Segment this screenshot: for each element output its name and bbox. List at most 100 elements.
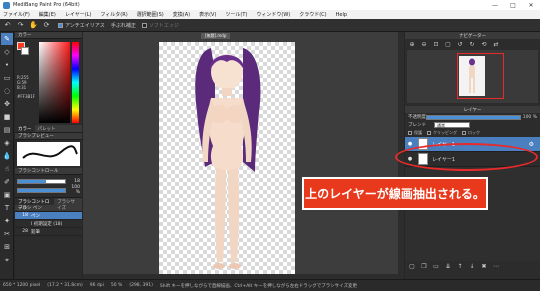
antialias-option[interactable]: アンチエイリアス [58,22,105,29]
tool-column: ✎ ◇ • ▭ ◌ ✥ ■ ▤ ◈ 💧 ☝ ✐ ▣ T ✦ ✂ ⊞ ⌖ [0,32,14,279]
navigator-header: ナビゲーター [405,32,540,39]
navigator-tools: ⊕ ⊖ ⊡ ▢ ↺ ↻ ⟲ ⇄ [405,39,540,50]
settings-icon[interactable]: ⋯ [491,262,501,271]
eyedropper-icon[interactable]: ⌖ [1,254,13,266]
hue-slider[interactable] [72,42,79,123]
brush-item-pencil[interactable]: 28 鉛筆 [15,228,82,236]
menu-file[interactable]: ファイル(F) [3,11,30,18]
eraser-icon[interactable]: ◇ [1,46,13,58]
document-tab[interactable]: [無題].mdp [201,33,231,39]
wand-icon[interactable]: ✦ [1,215,13,227]
blend-mode-value: 通常 [437,123,445,128]
secondary-color-swatch[interactable] [21,47,29,55]
clipping-checkbox[interactable] [427,131,431,135]
lock-checkbox[interactable] [462,131,466,135]
merge-icon[interactable]: ⇊ [443,262,453,271]
dot-icon[interactable]: • [1,59,13,71]
gradient-icon[interactable]: ▤ [1,124,13,136]
status-coords: (298, 391) [129,283,153,288]
reset-icon[interactable]: ⟲ [479,40,489,49]
medibang-window: MediBang Paint Pro (64bit) — □ ✕ ファイル(F)… [0,0,540,291]
menu-help[interactable]: Help [336,12,347,18]
close-button[interactable]: ✕ [522,0,540,10]
stabilizer-option[interactable]: 手ぶれ補正 [111,22,136,29]
drawing-canvas[interactable] [159,42,295,277]
menu-edit[interactable]: 編集(E) [39,11,56,18]
rotate-icon[interactable]: ⟳ [41,20,52,30]
ruler-icon[interactable]: ⊞ [1,241,13,253]
flip-icon[interactable]: ⇄ [491,40,501,49]
zoom-out-icon[interactable]: ⊖ [419,40,429,49]
status-zoom: 50 % [110,283,123,288]
menu-window[interactable]: ウィンドウ(W) [256,11,290,18]
maximize-button[interactable]: □ [504,0,522,10]
redo-icon[interactable]: ↷ [15,20,26,30]
zoom-in-icon[interactable]: ⊕ [407,40,417,49]
tab-palette[interactable]: パレット [35,125,59,132]
blend-mode-select[interactable]: 通常 [434,122,470,128]
hex-value: #FF3B1F [17,94,36,99]
cut-icon[interactable]: ✂ [1,228,13,240]
brush-opacity-fill [18,188,65,192]
tab-color[interactable]: カラー [15,125,35,132]
menu-select[interactable]: 選択範囲(S) [137,11,164,18]
rotate-left-icon[interactable]: ↺ [455,40,465,49]
rotate-right-icon[interactable]: ↻ [467,40,477,49]
saturation-value-picker[interactable] [39,42,70,123]
select-icon[interactable]: ▭ [1,72,13,84]
lock-option[interactable]: ロック [462,130,480,136]
protect-checkbox[interactable] [408,131,412,135]
undo-icon[interactable]: ↶ [2,20,13,30]
pen-icon[interactable]: ✎ [1,33,13,45]
antialias-checkbox[interactable] [58,22,63,28]
tab-brush-control[interactable]: ブラシコントロール [15,198,55,211]
brush-tabs: ブラシコントロール ブラシサイズ [15,197,82,211]
bucket-icon[interactable]: ◈ [1,137,13,149]
menu-cloud[interactable]: クラウド(C) [299,11,326,18]
softedge-option[interactable]: ソフトエッジ [141,22,179,29]
navigator-viewport-frame[interactable] [457,53,504,99]
b-value: B:31 [17,85,27,90]
brush-item-pen[interactable]: 18 ペン [15,212,82,220]
stamp-icon[interactable]: ▣ [1,189,13,201]
stabilizer-label: 手ぶれ補正 [110,22,136,29]
fill-icon[interactable]: ■ [1,111,13,123]
brush-opacity-slider[interactable] [17,187,66,193]
brush-size-row: 18 [17,178,80,184]
eye-icon[interactable]: ● [405,141,415,147]
navigator-view[interactable] [407,50,538,103]
menu-view[interactable]: 表示(V) [199,11,216,18]
blur-icon[interactable]: 💧 [1,150,13,162]
copy-layer-icon[interactable]: ❐ [419,262,429,271]
brush-opacity-row: 100 % [17,185,80,195]
menu-transform[interactable]: 変換(A) [173,11,190,18]
text-icon[interactable]: T [1,202,13,214]
delete-icon[interactable]: ✖ [479,262,489,271]
clipping-option[interactable]: クリッピング [427,130,457,136]
menu-layer[interactable]: レイヤー(L) [65,11,92,18]
folder-icon[interactable]: ▭ [431,262,441,271]
new-layer-icon[interactable]: ▢ [407,262,417,271]
brush-item-name: 鉛筆 [31,229,40,235]
down-icon[interactable]: ↓ [467,262,477,271]
tab-brush-size[interactable]: ブラシサイズ [54,198,82,211]
actual-size-icon[interactable]: ▢ [443,40,453,49]
layer-opacity-slider[interactable] [426,114,521,120]
fit-icon[interactable]: ⊡ [431,40,441,49]
softedge-checkbox[interactable] [141,22,147,28]
lasso-icon[interactable]: ◌ [1,85,13,97]
menu-tools[interactable]: ツール(T) [225,11,247,18]
lock-label: ロック [468,130,480,135]
menu-filter[interactable]: フィルタ(R) [100,11,127,18]
eyedrop-icon[interactable]: ✐ [1,176,13,188]
up-icon[interactable]: ↑ [455,262,465,271]
gear-icon[interactable]: ⚙ [529,141,534,148]
protect-option[interactable]: 保護 [408,130,422,136]
move-icon[interactable]: ✥ [1,98,13,110]
smudge-icon[interactable]: ☝ [1,163,13,175]
app-icon [3,1,10,9]
brush-item-default[interactable]: Ⅰ 初期設定 (18) [15,220,82,228]
minimize-button[interactable]: — [486,0,504,10]
hand-icon[interactable]: ✋ [28,20,39,30]
brush-size-slider[interactable] [17,178,66,184]
